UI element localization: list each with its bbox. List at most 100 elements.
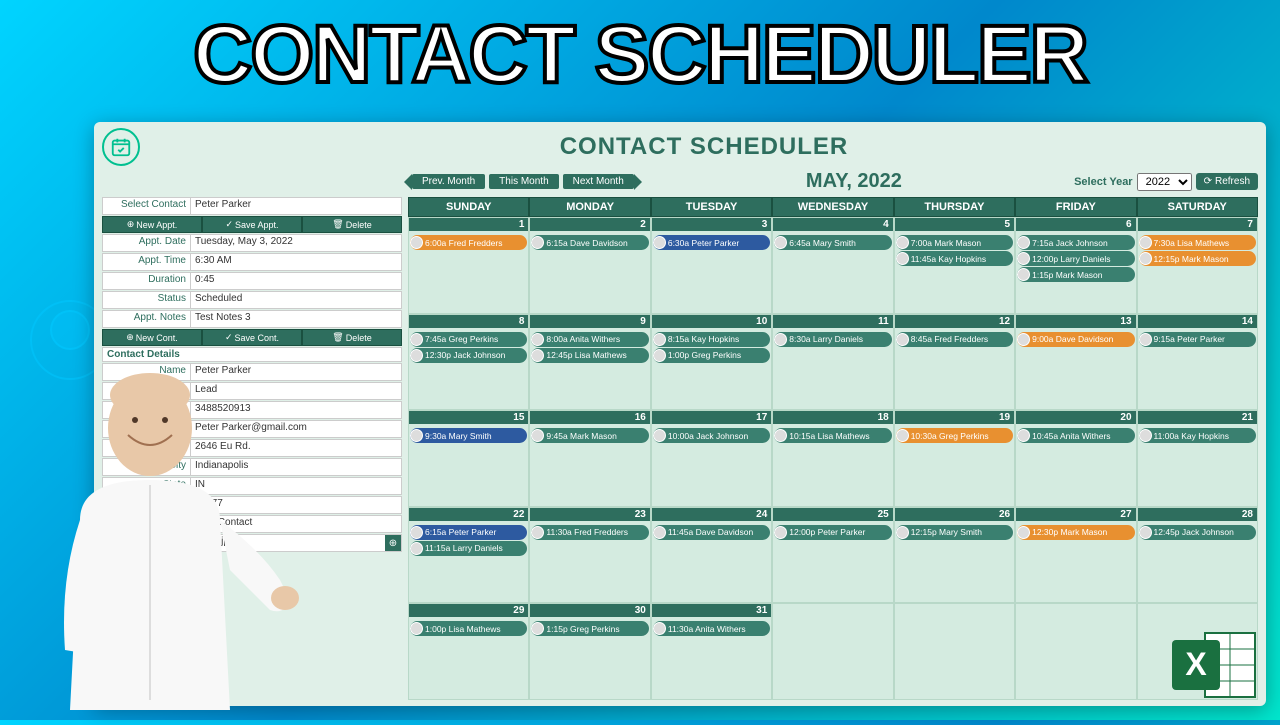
calendar-day[interactable]: 36:30a Peter Parker [651, 217, 772, 314]
delete-appt-button[interactable]: 🗑Delete [302, 216, 402, 233]
calendar-event[interactable]: 12:15p Mary Smith [896, 525, 1013, 540]
calendar-event[interactable]: 10:45a Anita Withers [1017, 428, 1134, 443]
year-label: Select Year [1074, 176, 1133, 188]
calendar-event[interactable]: 9:15a Peter Parker [1139, 332, 1256, 347]
calendar-day[interactable]: 26:15a Dave Davidson [529, 217, 650, 314]
calendar-day[interactable]: 87:45a Greg Perkins12:30p Jack Johnson [408, 314, 529, 411]
calendar-event[interactable]: 8:45a Fred Fredders [896, 332, 1013, 347]
calendar-day[interactable]: 3111:30a Anita Withers [651, 603, 772, 700]
calendar-day[interactable]: 23 11:30a Fred Fredders [529, 507, 650, 604]
calendar-day[interactable]: 67:15a Jack Johnson12:00p Larry Daniels1… [1015, 217, 1136, 314]
calendar-event[interactable]: 12:45p Lisa Mathews [531, 348, 648, 363]
event-label: 9:30a Mary Smith [425, 431, 492, 441]
calendar-day[interactable] [772, 603, 893, 700]
this-month-button[interactable]: This Month [489, 174, 558, 189]
calendar-event[interactable]: 8:00a Anita Withers [531, 332, 648, 347]
calendar-event[interactable]: 12:45p Jack Johnson [1139, 525, 1256, 540]
calendar-day[interactable]: 46:45a Mary Smith [772, 217, 893, 314]
calendar-day[interactable]: 128:45a Fred Fredders [894, 314, 1015, 411]
calendar-event[interactable]: 1:00p Lisa Mathews [410, 621, 527, 636]
save-appt-button[interactable]: ✓Save Appt. [202, 216, 302, 233]
calendar-event[interactable]: 12:00p Peter Parker [774, 525, 891, 540]
new-appt-button[interactable]: ⊕New Appt. [102, 216, 202, 233]
calendar-event[interactable]: 10:15a Lisa Mathews [774, 428, 891, 443]
appt-time-field[interactable]: 6:30 AM [191, 254, 401, 270]
avatar [1139, 236, 1152, 249]
calendar-day[interactable]: 1910:30a Greg Perkins [894, 410, 1015, 507]
calendar-event[interactable]: 11:30a Fred Fredders [531, 525, 648, 540]
calendar-day[interactable]: 1710:00a Jack Johnson [651, 410, 772, 507]
calendar-day[interactable]: 2010:45a Anita Withers [1015, 410, 1136, 507]
next-month-button[interactable]: Next Month [563, 174, 634, 189]
calendar-event[interactable]: 11:45a Dave Davidson [653, 525, 770, 540]
status-field[interactable]: Scheduled [191, 292, 401, 308]
calendar-event[interactable]: 12:15p Mark Mason [1139, 251, 1256, 266]
calendar-day[interactable]: 169:45a Mark Mason [529, 410, 650, 507]
calendar-day[interactable]: 108:15a Kay Hopkins1:00p Greg Perkins [651, 314, 772, 411]
calendar-event[interactable]: 7:45a Greg Perkins [410, 332, 527, 347]
calendar-day[interactable]: 118:30a Larry Daniels [772, 314, 893, 411]
calendar-event[interactable]: 6:15a Peter Parker [410, 525, 527, 540]
calendar-day[interactable]: 301:15p Greg Perkins [529, 603, 650, 700]
calendar-event[interactable]: 7:15a Jack Johnson [1017, 235, 1134, 250]
calendar-day[interactable]: 2111:00a Kay Hopkins [1137, 410, 1258, 507]
calendar-event[interactable]: 11:15a Larry Daniels [410, 541, 527, 556]
calendar-event[interactable]: 10:00a Jack Johnson [653, 428, 770, 443]
day-number: 1 [409, 218, 528, 231]
duration-field[interactable]: 0:45 [191, 273, 401, 289]
calendar-day[interactable]: 57:00a Mark Mason11:45a Kay Hopkins [894, 217, 1015, 314]
day-number: 23 [530, 508, 649, 521]
calendar-event[interactable]: 7:30a Lisa Mathews [1139, 235, 1256, 250]
calendar-event[interactable]: 7:00a Mark Mason [896, 235, 1013, 250]
calendar-day[interactable]: 149:15a Peter Parker [1137, 314, 1258, 411]
calendar-day[interactable]: 2411:45a Dave Davidson [651, 507, 772, 604]
calendar-event[interactable]: 12:00p Larry Daniels [1017, 251, 1134, 266]
calendar-day[interactable]: 226:15a Peter Parker11:15a Larry Daniels [408, 507, 529, 604]
calendar-day[interactable]: 1810:15a Lisa Mathews [772, 410, 893, 507]
calendar-event[interactable]: 6:15a Dave Davidson [531, 235, 648, 250]
calendar-day[interactable]: 2612:15p Mary Smith [894, 507, 1015, 604]
calendar-day[interactable] [1015, 603, 1136, 700]
calendar-day[interactable]: 139:00a Dave Davidson [1015, 314, 1136, 411]
avatar [774, 236, 787, 249]
calendar-event[interactable]: 6:30a Peter Parker [653, 235, 770, 250]
add-picture-button[interactable]: ⊕ [385, 535, 401, 551]
calendar-day[interactable]: 159:30a Mary Smith [408, 410, 529, 507]
calendar-event[interactable]: 6:00a Fred Fredders [410, 235, 527, 250]
delete-contact-button[interactable]: 🗑Delete [302, 329, 402, 346]
event-label: 11:30a Fred Fredders [546, 527, 628, 537]
calendar-day[interactable]: 291:00p Lisa Mathews [408, 603, 529, 700]
calendar-day[interactable]: 2812:45p Jack Johnson [1137, 507, 1258, 604]
calendar-event[interactable]: 11:45a Kay Hopkins [896, 251, 1013, 266]
year-select[interactable]: 2022 [1137, 173, 1192, 191]
calendar-event[interactable]: 1:15p Greg Perkins [531, 621, 648, 636]
calendar-event[interactable]: 6:45a Mary Smith [774, 235, 891, 250]
calendar-event[interactable]: 9:45a Mark Mason [531, 428, 648, 443]
appt-date-field[interactable]: Tuesday, May 3, 2022 [191, 235, 401, 251]
appt-notes-field[interactable]: Test Notes 3 [191, 311, 401, 327]
calendar-day[interactable]: 98:00a Anita Withers12:45p Lisa Mathews [529, 314, 650, 411]
calendar-day[interactable]: 2512:00p Peter Parker [772, 507, 893, 604]
refresh-button[interactable]: ⟳Refresh [1196, 173, 1258, 190]
event-label: 7:00a Mark Mason [911, 238, 981, 248]
calendar-event[interactable]: 10:30a Greg Perkins [896, 428, 1013, 443]
calendar-event[interactable]: 1:00p Greg Perkins [653, 348, 770, 363]
calendar-event[interactable]: 12:30p Jack Johnson [410, 348, 527, 363]
avatar [896, 429, 909, 442]
calendar-day[interactable]: 77:30a Lisa Mathews12:15p Mark Mason [1137, 217, 1258, 314]
calendar-event[interactable]: 11:30a Anita Withers [653, 621, 770, 636]
event-label: 10:45a Anita Withers [1032, 431, 1110, 441]
calendar-event[interactable]: 1:15p Mark Mason [1017, 267, 1134, 282]
calendar-event[interactable]: 12:30p Mark Mason [1017, 525, 1134, 540]
calendar-event[interactable]: 9:00a Dave Davidson [1017, 332, 1134, 347]
select-contact-field[interactable]: Peter Parker [191, 198, 401, 214]
calendar-day[interactable]: 2712:30p Mark Mason [1015, 507, 1136, 604]
calendar-event[interactable]: 11:00a Kay Hopkins [1139, 428, 1256, 443]
calendar-event[interactable]: 9:30a Mary Smith [410, 428, 527, 443]
prev-month-button[interactable]: Prev. Month [412, 174, 485, 189]
calendar-event[interactable]: 8:30a Larry Daniels [774, 332, 891, 347]
calendar-day[interactable] [894, 603, 1015, 700]
avatar [410, 622, 423, 635]
calendar-event[interactable]: 8:15a Kay Hopkins [653, 332, 770, 347]
calendar-day[interactable]: 1 6:00a Fred Fredders [408, 217, 529, 314]
